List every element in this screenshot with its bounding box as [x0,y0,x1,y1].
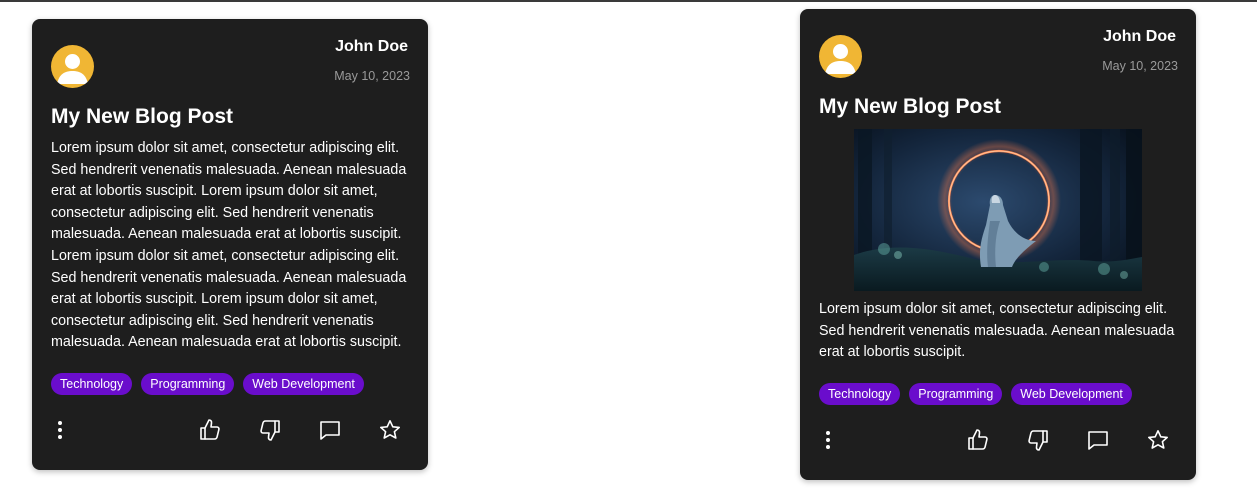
thumbs-up-icon[interactable] [198,418,222,442]
post-date: May 10, 2023 [1102,59,1178,73]
tag-list: Technology Programming Web Development [51,373,364,395]
blog-post-card: John Doe May 10, 2023 My New Blog Post L… [800,9,1196,480]
tag-web-development[interactable]: Web Development [243,373,364,395]
post-title[interactable]: My New Blog Post [51,105,233,129]
post-actions [800,428,1196,452]
post-body: Lorem ipsum dolor sit amet, consectetur … [51,140,407,351]
user-avatar-icon[interactable] [819,35,862,78]
top-divider [0,0,1257,2]
tag-web-development[interactable]: Web Development [1011,383,1132,405]
comment-icon[interactable] [1086,428,1110,452]
post-actions [32,418,428,442]
tag-programming[interactable]: Programming [909,383,1003,405]
star-icon[interactable] [1146,428,1170,452]
thumbs-up-icon[interactable] [966,428,990,452]
post-image[interactable] [854,129,1142,291]
author-name[interactable]: John Doe [335,38,408,56]
comment-icon[interactable] [318,418,342,442]
tag-technology[interactable]: Technology [51,373,133,395]
tag-list: Technology Programming Web Development [819,383,1132,405]
blog-post-card: John Doe May 10, 2023 My New Blog Post L… [32,19,428,470]
thumbs-down-icon[interactable] [258,418,282,442]
author-name[interactable]: John Doe [1103,28,1176,46]
tag-technology[interactable]: Technology [819,383,901,405]
post-date: May 10, 2023 [334,69,410,83]
thumbs-down-icon[interactable] [1026,428,1050,452]
more-vertical-icon[interactable] [816,428,840,452]
more-vertical-icon[interactable] [48,418,72,442]
user-avatar-icon[interactable] [51,45,94,88]
star-icon[interactable] [378,418,402,442]
post-title[interactable]: My New Blog Post [819,95,1001,119]
tag-programming[interactable]: Programming [141,373,235,395]
post-body: Lorem ipsum dolor sit amet, consectetur … [819,301,1175,361]
